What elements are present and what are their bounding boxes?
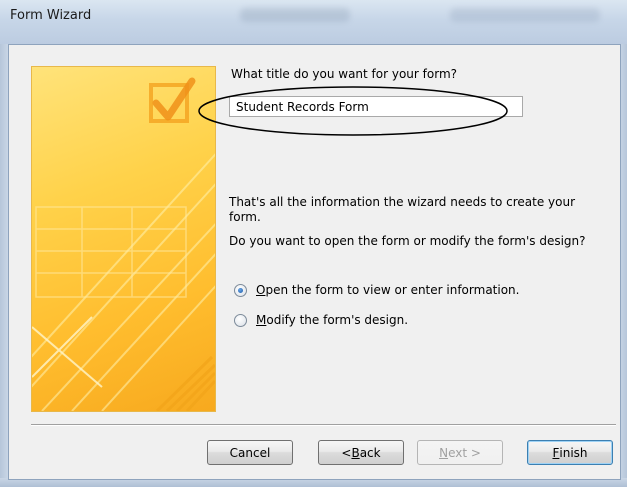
window-border-left: [0, 44, 8, 487]
window-title: Form Wizard: [10, 8, 92, 23]
button-separator: [31, 424, 616, 426]
background-blur: [240, 8, 350, 22]
form-checkmark-icon: [32, 77, 215, 411]
radio-selected[interactable]: [234, 283, 247, 297]
form-title-question: What title do you want for your form?: [231, 67, 458, 81]
form-title-input[interactable]: [229, 96, 523, 117]
option-modify-design-label: Modify the form's design.: [256, 313, 409, 327]
finish-button[interactable]: Finish: [527, 440, 613, 465]
open-or-modify-question: Do you want to open the form or modify t…: [229, 234, 586, 248]
title-bar[interactable]: Form Wizard: [0, 0, 627, 45]
background-blur: [450, 8, 600, 22]
option-open-form[interactable]: Open the form to view or enter informati…: [234, 283, 519, 297]
cancel-button[interactable]: Cancel: [207, 440, 293, 465]
wizard-illustration: [31, 66, 216, 412]
back-button[interactable]: < Back: [318, 440, 404, 465]
form-wizard-window: Form Wizard What title do you want for y…: [0, 0, 627, 487]
option-open-form-label: Open the form to view or enter informati…: [256, 283, 520, 297]
radio-unselected[interactable]: [234, 313, 247, 327]
option-modify-design[interactable]: Modify the form's design.: [234, 313, 408, 327]
next-button[interactable]: Next >: [417, 440, 503, 465]
wizard-info-text: That's all the information the wizard ne…: [229, 195, 576, 224]
